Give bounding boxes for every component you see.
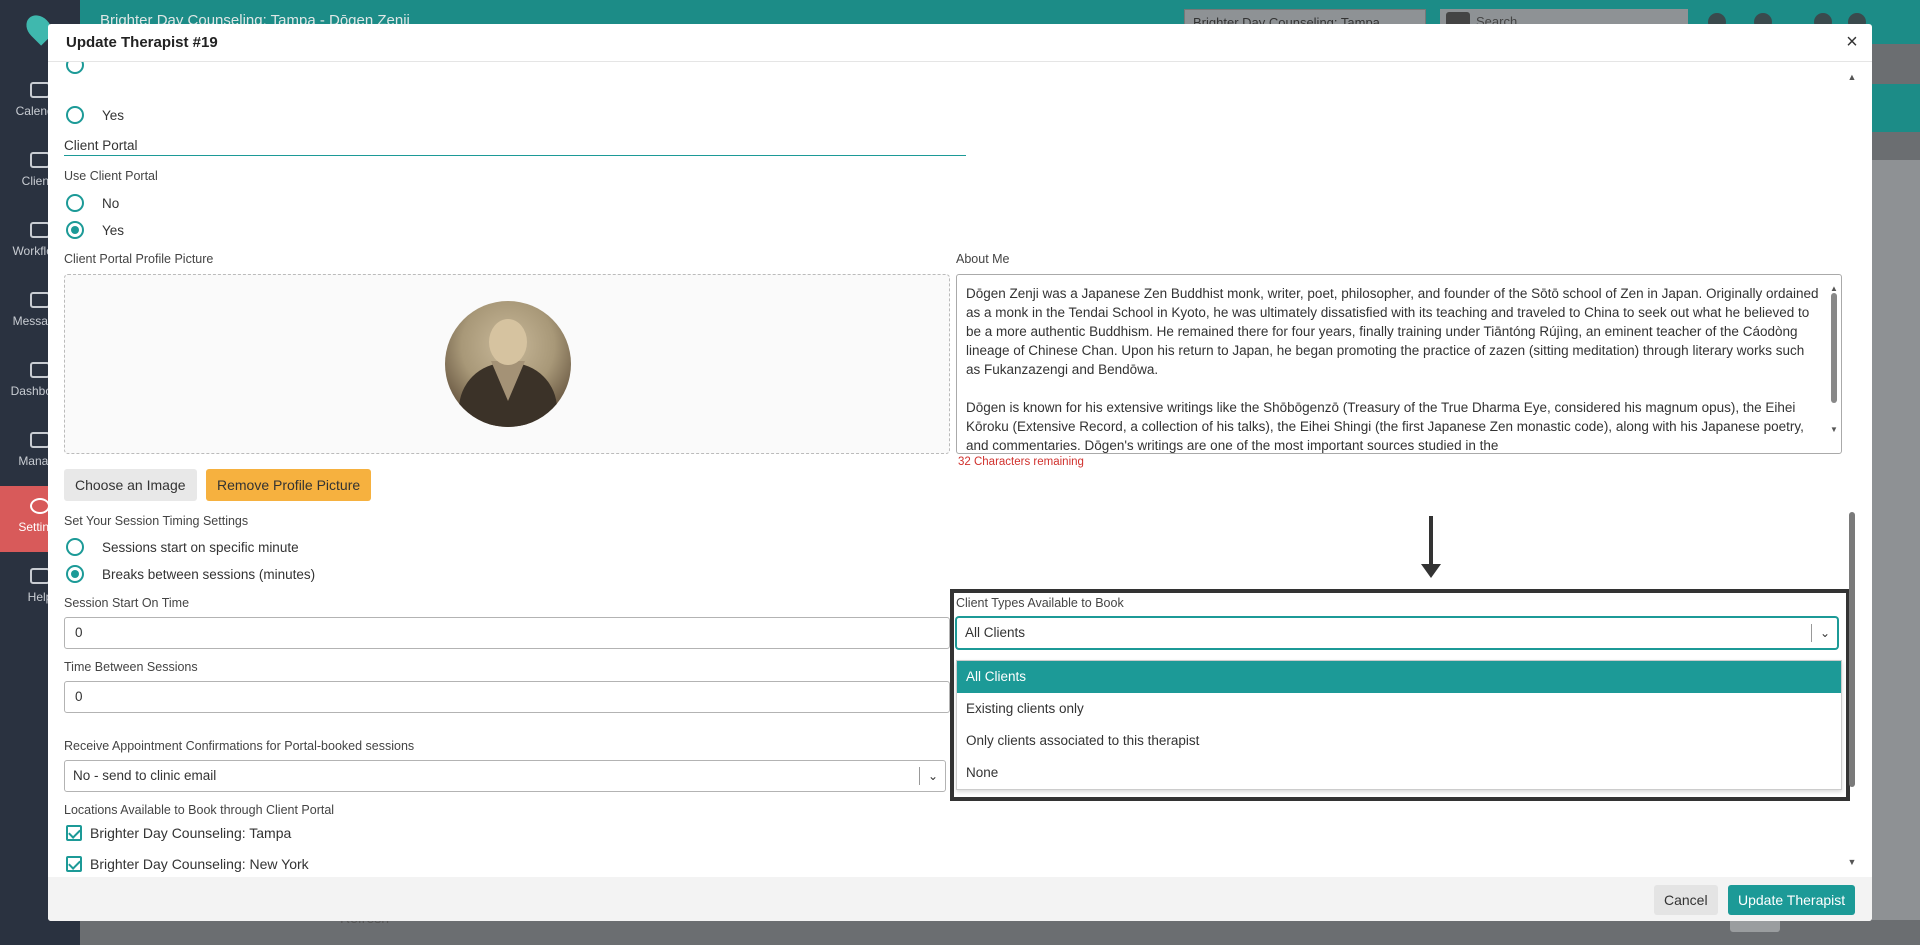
dd-option-none[interactable]: None bbox=[957, 757, 1841, 789]
modal-scroll-thumb[interactable] bbox=[1849, 512, 1855, 787]
cancel-button[interactable]: Cancel bbox=[1654, 885, 1718, 915]
annotation-arrow bbox=[1429, 516, 1433, 566]
session-timing-label: Set Your Session Timing Settings bbox=[64, 514, 249, 528]
scroll-down-icon[interactable]: ▼ bbox=[1846, 857, 1858, 867]
location-new-york[interactable]: Brighter Day Counseling: New York bbox=[66, 856, 309, 872]
use-portal-yes[interactable]: Yes bbox=[66, 221, 124, 239]
users-icon bbox=[30, 152, 50, 168]
modal-footer: Cancel Update Therapist bbox=[48, 877, 1872, 921]
timing-breaks[interactable]: Breaks between sessions (minutes) bbox=[66, 565, 315, 583]
gear-icon bbox=[30, 498, 50, 514]
app-card bbox=[1872, 160, 1920, 920]
avatar bbox=[445, 301, 571, 427]
time-between-input[interactable]: 0 bbox=[64, 681, 950, 713]
scroll-down-icon[interactable]: ▼ bbox=[1829, 420, 1839, 439]
choose-image-button[interactable]: Choose an Image bbox=[64, 469, 197, 501]
annotation-arrow-head bbox=[1421, 564, 1441, 578]
app-panel-header bbox=[1872, 84, 1920, 132]
dd-option-associated-clients[interactable]: Only clients associated to this therapis… bbox=[957, 725, 1841, 757]
location-tampa[interactable]: Brighter Day Counseling: Tampa bbox=[66, 825, 291, 841]
scroll-up-icon[interactable]: ▲ bbox=[1846, 72, 1858, 82]
use-client-portal-label: Use Client Portal bbox=[64, 169, 158, 183]
calendar-icon bbox=[30, 82, 50, 98]
prev-radio-partial[interactable] bbox=[66, 62, 102, 74]
message-icon bbox=[30, 292, 50, 308]
chars-remaining: 32 Characters remaining bbox=[958, 456, 1084, 468]
update-therapist-button[interactable]: Update Therapist bbox=[1728, 885, 1856, 915]
radio-prev-option[interactable] bbox=[66, 62, 84, 74]
modal-title: Update Therapist #19 bbox=[66, 34, 218, 51]
prev-radio-yes[interactable]: Yes bbox=[66, 106, 124, 124]
locations-label: Locations Available to Book through Clie… bbox=[64, 803, 335, 817]
about-me-textarea[interactable]: Dōgen Zenji was a Japanese Zen Buddhist … bbox=[956, 274, 1842, 454]
session-start-label: Session Start On Time bbox=[64, 596, 190, 610]
checkbox-new-york[interactable] bbox=[66, 856, 82, 872]
about-me-paragraph-1: Dōgen Zenji was a Japanese Zen Buddhist … bbox=[966, 286, 1819, 377]
about-me-label: About Me bbox=[956, 252, 1010, 266]
checkbox-tampa[interactable] bbox=[66, 825, 82, 841]
about-me-scrollbar[interactable]: ▲ ▼ bbox=[1829, 279, 1839, 449]
about-me-scroll-thumb[interactable] bbox=[1831, 293, 1837, 403]
grid-icon bbox=[30, 432, 50, 448]
confirmations-label: Receive Appointment Confirmations for Po… bbox=[64, 739, 415, 753]
dd-option-existing-clients[interactable]: Existing clients only bbox=[957, 693, 1841, 725]
modal-header: Update Therapist #19 × bbox=[48, 24, 1872, 62]
time-between-label: Time Between Sessions bbox=[64, 660, 198, 674]
radio-prev-yes[interactable] bbox=[66, 106, 84, 124]
chevron-down-icon[interactable]: ⌄ bbox=[925, 761, 941, 791]
modal-body[interactable]: Yes Client Portal Use Client Portal No Y… bbox=[48, 62, 1872, 877]
about-me-paragraph-2: Dōgen is known for his extensive writing… bbox=[966, 400, 1804, 453]
dd-option-all-clients[interactable]: All Clients bbox=[957, 661, 1841, 693]
close-icon[interactable]: × bbox=[1842, 32, 1862, 52]
session-start-input[interactable]: 0 bbox=[64, 617, 950, 649]
profile-picture-label: Client Portal Profile Picture bbox=[64, 252, 214, 266]
help-icon bbox=[30, 568, 50, 584]
remove-profile-picture-button[interactable]: Remove Profile Picture bbox=[206, 469, 372, 501]
modal-scrollbar[interactable]: ▲ ▼ bbox=[1846, 72, 1858, 867]
update-therapist-modal: Update Therapist #19 × Yes Client Portal… bbox=[48, 24, 1872, 921]
client-types-dropdown[interactable]: All Clients Existing clients only Only c… bbox=[956, 660, 1842, 790]
client-types-label: Client Types Available to Book bbox=[956, 596, 1124, 610]
use-portal-no[interactable]: No bbox=[66, 194, 119, 212]
client-portal-heading: Client Portal bbox=[64, 138, 966, 156]
chart-icon bbox=[30, 362, 50, 378]
radio-breaks[interactable] bbox=[66, 565, 84, 583]
confirmations-select[interactable]: No - send to clinic email ⌄ bbox=[64, 760, 946, 792]
chevron-down-icon[interactable]: ⌄ bbox=[1817, 618, 1833, 648]
timing-specific-minute[interactable]: Sessions start on specific minute bbox=[66, 538, 299, 556]
folder-icon bbox=[30, 222, 50, 238]
profile-picture-dropzone[interactable] bbox=[64, 274, 950, 454]
client-types-select[interactable]: All Clients ⌄ bbox=[956, 617, 1838, 649]
radio-specific-minute[interactable] bbox=[66, 538, 84, 556]
radio-use-portal-yes[interactable] bbox=[66, 221, 84, 239]
radio-use-portal-no[interactable] bbox=[66, 194, 84, 212]
